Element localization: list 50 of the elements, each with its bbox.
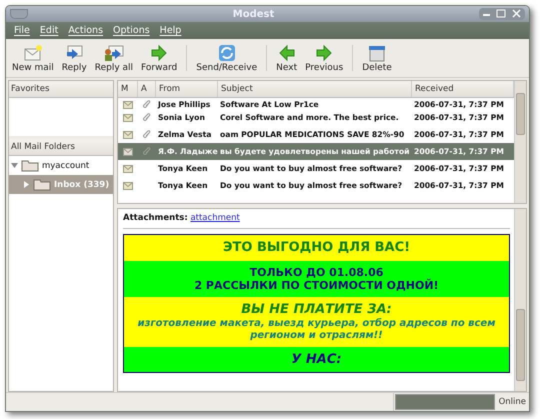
- connection-status: Online: [498, 396, 527, 409]
- envelope-icon: [123, 164, 133, 172]
- envelope-icon: [123, 182, 133, 190]
- toolbar-button[interactable]: Reply all: [90, 40, 138, 76]
- attachments-label: Attachments:: [123, 213, 188, 223]
- toolbar-button[interactable]: New mail: [8, 40, 58, 76]
- toolbar-button[interactable]: Next: [272, 40, 302, 76]
- reply-all-icon: [102, 44, 125, 62]
- folder-item[interactable]: myaccount: [9, 156, 113, 175]
- menu-item[interactable]: Options: [109, 25, 154, 36]
- menu-item[interactable]: File: [10, 25, 34, 36]
- right-arrow-icon: [149, 44, 170, 62]
- right-arrow-icon: [314, 44, 334, 62]
- toolbar-button[interactable]: Reply: [58, 40, 91, 76]
- window-title: Modest: [232, 8, 274, 20]
- column-header[interactable]: A: [138, 81, 156, 97]
- expander-icon: [11, 162, 18, 169]
- ad-text: ЭТО ВЫГОДНО ДЛЯ ВАС!: [222, 240, 412, 256]
- menu-item[interactable]: Help: [156, 25, 186, 36]
- window-controls-drawing[interactable]: [479, 8, 525, 20]
- ad-text: ВЫ НЕ ПЛАТИТЕ ЗА:: [240, 302, 393, 318]
- window-menu-button[interactable]: [10, 9, 28, 19]
- envelope-icon: [123, 148, 133, 156]
- envelope-icon: [123, 101, 133, 109]
- menu-item[interactable]: Actions: [64, 25, 108, 36]
- ad-text: изготовление макета, выезд курьера, отбор адресов по всем регионом и отраслям!!: [136, 318, 496, 342]
- toolbar-button[interactable]: Send/Receive: [192, 40, 262, 76]
- attachment-link[interactable]: attachment: [190, 213, 240, 223]
- toolbar-button[interactable]: Previous: [301, 40, 348, 76]
- column-header[interactable]: M: [118, 81, 138, 97]
- reply-icon: [64, 44, 84, 62]
- envelope-icon: [123, 114, 133, 122]
- menu-item[interactable]: Edit: [36, 25, 62, 36]
- column-header[interactable]: All Mail Folders: [9, 139, 113, 156]
- envelope-icon: [123, 130, 133, 138]
- left-arrow-icon: [276, 44, 297, 62]
- folder-icon: [21, 159, 39, 172]
- sync-icon: [216, 44, 237, 62]
- column-header[interactable]: From: [156, 81, 218, 97]
- column-header[interactable]: Favorites: [9, 81, 113, 98]
- toolbar-button[interactable]: Forward: [137, 40, 182, 76]
- column-header[interactable]: Subject: [218, 81, 412, 97]
- trash-icon: [366, 44, 387, 62]
- ad-text: 2 РАССЫЛКИ ПО СТОИМОСТИ ОДНОЙ!: [193, 278, 440, 292]
- folder-icon: [33, 178, 51, 191]
- expander-icon: [23, 181, 30, 188]
- toolbar-button[interactable]: Delete: [358, 40, 396, 76]
- ad-text: У НАС:: [290, 352, 343, 368]
- ad-text: ТОЛЬКО ДО 01.08.06: [248, 266, 384, 279]
- envelope-icon: [22, 44, 43, 62]
